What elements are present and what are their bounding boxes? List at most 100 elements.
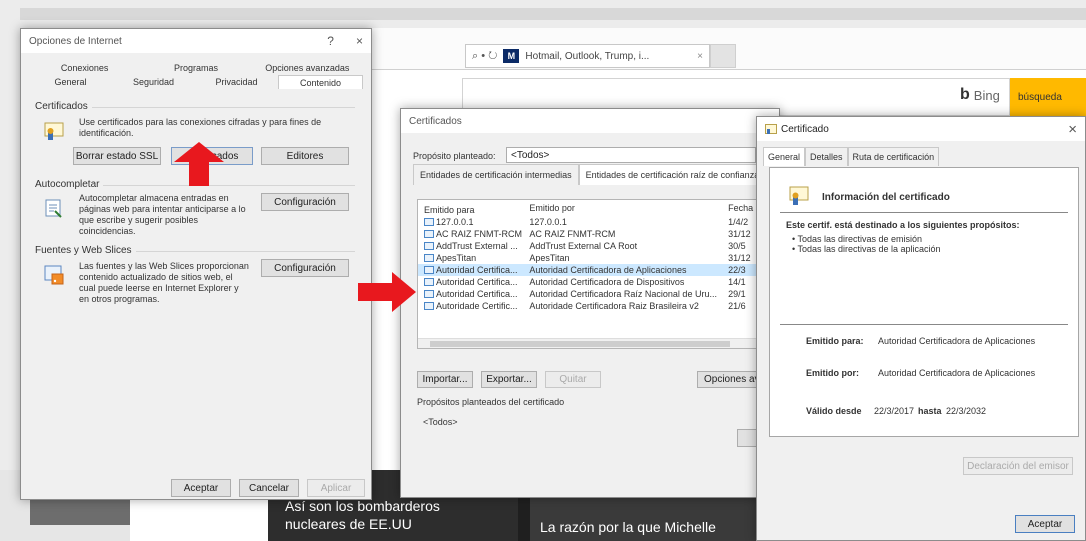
- tab-seguridad[interactable]: Seguridad: [112, 75, 195, 89]
- table-header: Emitido para Emitido por Fecha: [418, 200, 756, 216]
- table-row[interactable]: AC RAIZ FNMT-RCM AC RAIZ FNMT-RCM 31/12: [418, 228, 756, 240]
- dialog-title: Opciones de Internet: [29, 35, 122, 47]
- table-body: 127.0.0.1 127.0.0.1 1/4/2 AC RAIZ FNMT-RCM A…: [418, 216, 756, 312]
- certificate-icon: [44, 122, 64, 140]
- autocomplete-description: Autocompletar almacena entradas en págin…: [79, 193, 246, 236]
- close-icon[interactable]: ×: [356, 34, 363, 48]
- autocomplete-icon: [45, 199, 62, 218]
- cell-text: AddTrust External ...: [436, 241, 518, 251]
- cell-issued-by: Autoridad Certificadora Raíz Nacional de…: [529, 289, 717, 299]
- clear-ssl-button[interactable]: Borrar estado SSL: [73, 147, 161, 165]
- browser-tab-title[interactable]: Hotmail, Outlook, Trump, i...: [525, 51, 649, 62]
- scrollbar-thumb[interactable]: [430, 341, 730, 347]
- cell-text: 127.0.0.1: [436, 217, 474, 227]
- cell-date: 31/12: [728, 253, 751, 263]
- heading-divider: [780, 212, 1068, 213]
- cell-date: 30/5: [728, 241, 746, 251]
- publishers-button[interactable]: Editores: [261, 147, 349, 165]
- ok-button[interactable]: Aceptar: [171, 479, 231, 497]
- cell-issued-by: AddTrust External CA Root: [529, 241, 638, 251]
- tab-row-bottom: General Seguridad Privacidad Contenido: [29, 75, 363, 89]
- cell-text: Autoridad Certifica...: [436, 277, 518, 287]
- issued-by-value: Autoridad Certificadora de Aplicaciones: [878, 368, 1036, 378]
- cell-issued-by: 127.0.0.1: [529, 217, 567, 227]
- remove-button[interactable]: Quitar: [545, 371, 601, 388]
- feeds-label: Fuentes y Web Slices: [35, 245, 136, 256]
- tab-trusted-root-ca[interactable]: Entidades de certificación raíz de confi…: [578, 164, 767, 185]
- cell-issued-to: AC RAIZ FNMT-RCM: [418, 228, 529, 240]
- cell-date: 29/1: [728, 289, 746, 299]
- valid-to-label: hasta: [918, 406, 942, 416]
- autocomplete-settings-button[interactable]: Configuración: [261, 193, 349, 211]
- internet-options-dialog: Opciones de Internet ? × Conexiones Progr…: [20, 28, 372, 500]
- valid-from-label: Válido desde: [806, 406, 862, 416]
- tab-details[interactable]: Detalles: [805, 147, 848, 166]
- new-tab-button[interactable]: [710, 44, 736, 68]
- cell-issued-by: ApesTitan: [529, 253, 570, 263]
- tab-opciones-avanzadas[interactable]: Opciones avanzadas: [252, 61, 363, 75]
- certificate-purpose-item: • Todas las directivas de la aplicación: [792, 244, 941, 254]
- cancel-button[interactable]: Cancelar: [239, 479, 299, 497]
- certificate-icon: [424, 302, 434, 310]
- help-icon[interactable]: ?: [327, 34, 334, 48]
- export-button[interactable]: Exportar...: [481, 371, 537, 388]
- cell-date: 31/12: [728, 229, 751, 239]
- table-row[interactable]: AddTrust External ... AddTrust External C…: [418, 240, 756, 252]
- tab-general[interactable]: General: [763, 147, 806, 166]
- cell-issued-to: AddTrust External ...: [418, 240, 529, 252]
- horizontal-scrollbar[interactable]: [418, 338, 756, 348]
- feeds-settings-button[interactable]: Configuración: [261, 259, 349, 277]
- table-row[interactable]: Autoridad Certifica... Autoridad Certific…: [418, 276, 756, 288]
- cell-issued-to: 127.0.0.1: [418, 216, 529, 228]
- certificate-info-panel: Información del certificado Este certif.…: [769, 167, 1079, 437]
- dialog-title: Certificados: [409, 115, 462, 127]
- tab-row-top: Conexiones Programas Opciones avanzadas: [29, 61, 363, 75]
- column-issued-to[interactable]: Emitido para: [418, 203, 529, 216]
- autocomplete-label: Autocompletar: [35, 179, 104, 190]
- tab-certification-path[interactable]: Ruta de certificación: [847, 147, 940, 166]
- address-controls[interactable]: ⌕ • ↻: [472, 50, 497, 63]
- table-row[interactable]: Autoridad Certifica... Autoridad Certific…: [418, 264, 756, 276]
- tab-privacidad[interactable]: Privacidad: [195, 75, 278, 89]
- cell-text: AC RAIZ FNMT-RCM: [436, 229, 522, 239]
- table-row[interactable]: 127.0.0.1 127.0.0.1 1/4/2: [418, 216, 756, 228]
- cell-issued-to: ApesTitan: [418, 252, 529, 264]
- cell-text: Autoridad Certifica...: [436, 265, 518, 275]
- address-bar[interactable]: ⌕ • ↻ M Hotmail, Outlook, Trump, i... ×: [465, 44, 710, 68]
- issuer-statement-button[interactable]: Declaración del emisor: [963, 457, 1073, 475]
- cell-date: 21/6: [728, 301, 746, 311]
- tab-programas[interactable]: Programas: [140, 61, 251, 75]
- issued-by-label: Emitido por:: [806, 368, 859, 378]
- tab-contenido[interactable]: Contenido: [278, 75, 363, 89]
- apply-button[interactable]: Aplicar: [307, 479, 365, 497]
- certificates-description: Use certificados para las conexiones cif…: [79, 117, 322, 138]
- close-tab-icon[interactable]: ×: [697, 51, 703, 62]
- tab-intermediate-ca[interactable]: Entidades de certificación intermedias: [413, 164, 579, 185]
- bing-b-icon: b: [960, 86, 970, 103]
- column-issued-by[interactable]: Emitido por: [529, 203, 728, 216]
- news-headline[interactable]: Así son los bombarderos nucleares de EE.…: [285, 497, 485, 533]
- purpose-label: Propósito planteado:: [413, 151, 496, 161]
- cell-text: Autoridade Certific...: [436, 301, 518, 311]
- table-row[interactable]: Autoridade Certific... Autoridade Certifi…: [418, 300, 756, 312]
- purpose-select[interactable]: <Todos>: [506, 147, 756, 163]
- bing-search-button[interactable]: búsqueda: [1010, 78, 1086, 116]
- ok-button[interactable]: Aceptar: [1015, 515, 1075, 533]
- cell-issued-to: Autoridade Certific...: [418, 300, 529, 312]
- news-headline[interactable]: La razón por la que Michelle: [540, 518, 770, 536]
- import-button[interactable]: Importar...: [417, 371, 473, 388]
- certificate-detail-dialog: Certificado × General Detalles Ruta de c…: [756, 116, 1086, 541]
- certificates-label: Certificados: [35, 101, 92, 112]
- certificate-purposes-intro: Este certif. está destinado a los siguie…: [786, 220, 1020, 230]
- tab-general[interactable]: General: [29, 75, 112, 89]
- certificate-icon: [424, 290, 434, 298]
- certificate-detail-tabs: General Detalles Ruta de certificación: [763, 147, 940, 166]
- red-arrow-up-icon: [174, 142, 224, 186]
- certificate-icon: [424, 254, 434, 262]
- table-row[interactable]: ApesTitan ApesTitan 31/12: [418, 252, 756, 264]
- table-row[interactable]: Autoridad Certifica... Autoridad Certific…: [418, 288, 756, 300]
- column-date[interactable]: Fecha: [728, 203, 756, 216]
- cell-text: Autoridad Certifica...: [436, 289, 518, 299]
- close-icon[interactable]: ×: [1068, 121, 1077, 138]
- tab-conexiones[interactable]: Conexiones: [29, 61, 140, 75]
